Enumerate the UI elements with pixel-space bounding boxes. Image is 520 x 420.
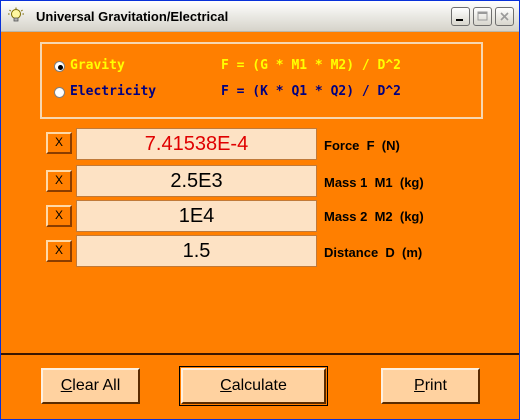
- clear-mass1-label: X: [54, 173, 63, 187]
- mass1-field[interactable]: 2.5E3: [76, 165, 317, 197]
- separator: [1, 353, 519, 355]
- close-button[interactable]: [495, 7, 514, 26]
- app-window: Universal Gravitation/Electrical Gravity…: [0, 0, 520, 420]
- distance-label: Distance D (m): [324, 245, 423, 260]
- mass2-field[interactable]: 1E4: [76, 200, 317, 232]
- clear-force-button[interactable]: X: [46, 132, 72, 154]
- radio-electricity-label: Electricity: [70, 84, 157, 99]
- radio-gravity-button[interactable]: [54, 61, 65, 72]
- clear-force-label: X: [54, 135, 63, 149]
- lightbulb-icon: [7, 7, 25, 25]
- mode-group: Gravity F = (G * M1 * M2) / D^2 Electric…: [40, 42, 483, 119]
- clear-mass2-button[interactable]: X: [46, 205, 72, 227]
- calculate-label: alculate: [231, 377, 287, 394]
- calculate-button[interactable]: Calculate: [179, 366, 328, 406]
- maximize-icon: [477, 11, 488, 21]
- mass2-label: Mass 2 M2 (kg): [324, 209, 424, 224]
- force-label: Force F (N): [324, 138, 400, 153]
- clear-mass1-button[interactable]: X: [46, 170, 72, 192]
- close-icon: [500, 12, 509, 21]
- gravity-formula: F = (G * M1 * M2) / D^2: [221, 58, 402, 73]
- electricity-formula: F = (K * Q1 * Q2) / D^2: [221, 84, 402, 99]
- minimize-button[interactable]: [451, 7, 470, 26]
- clear-distance-button[interactable]: X: [46, 240, 72, 262]
- clear-mass2-label: X: [54, 208, 63, 222]
- clear-all-button[interactable]: Clear All: [41, 368, 140, 404]
- maximize-button[interactable]: [473, 7, 492, 26]
- minimize-icon: [456, 19, 463, 21]
- force-field[interactable]: 7.41538E-4: [76, 128, 317, 160]
- calculate-mnemonic: C: [220, 377, 232, 394]
- print-button[interactable]: Print: [381, 368, 480, 404]
- clear-all-mnemonic: C: [60, 377, 73, 394]
- distance-field[interactable]: 1.5: [76, 235, 317, 267]
- mass1-label: Mass 1 M1 (kg): [324, 175, 424, 190]
- clear-distance-label: X: [54, 243, 63, 257]
- window-title: Universal Gravitation/Electrical: [36, 9, 229, 24]
- title-bar[interactable]: Universal Gravitation/Electrical: [1, 1, 519, 32]
- radio-gravity-label: Gravity: [70, 58, 125, 73]
- print-label: rint: [424, 377, 447, 394]
- clear-all-label: lear All: [72, 377, 121, 394]
- radio-electricity-button[interactable]: [54, 87, 65, 98]
- print-mnemonic: P: [414, 377, 425, 394]
